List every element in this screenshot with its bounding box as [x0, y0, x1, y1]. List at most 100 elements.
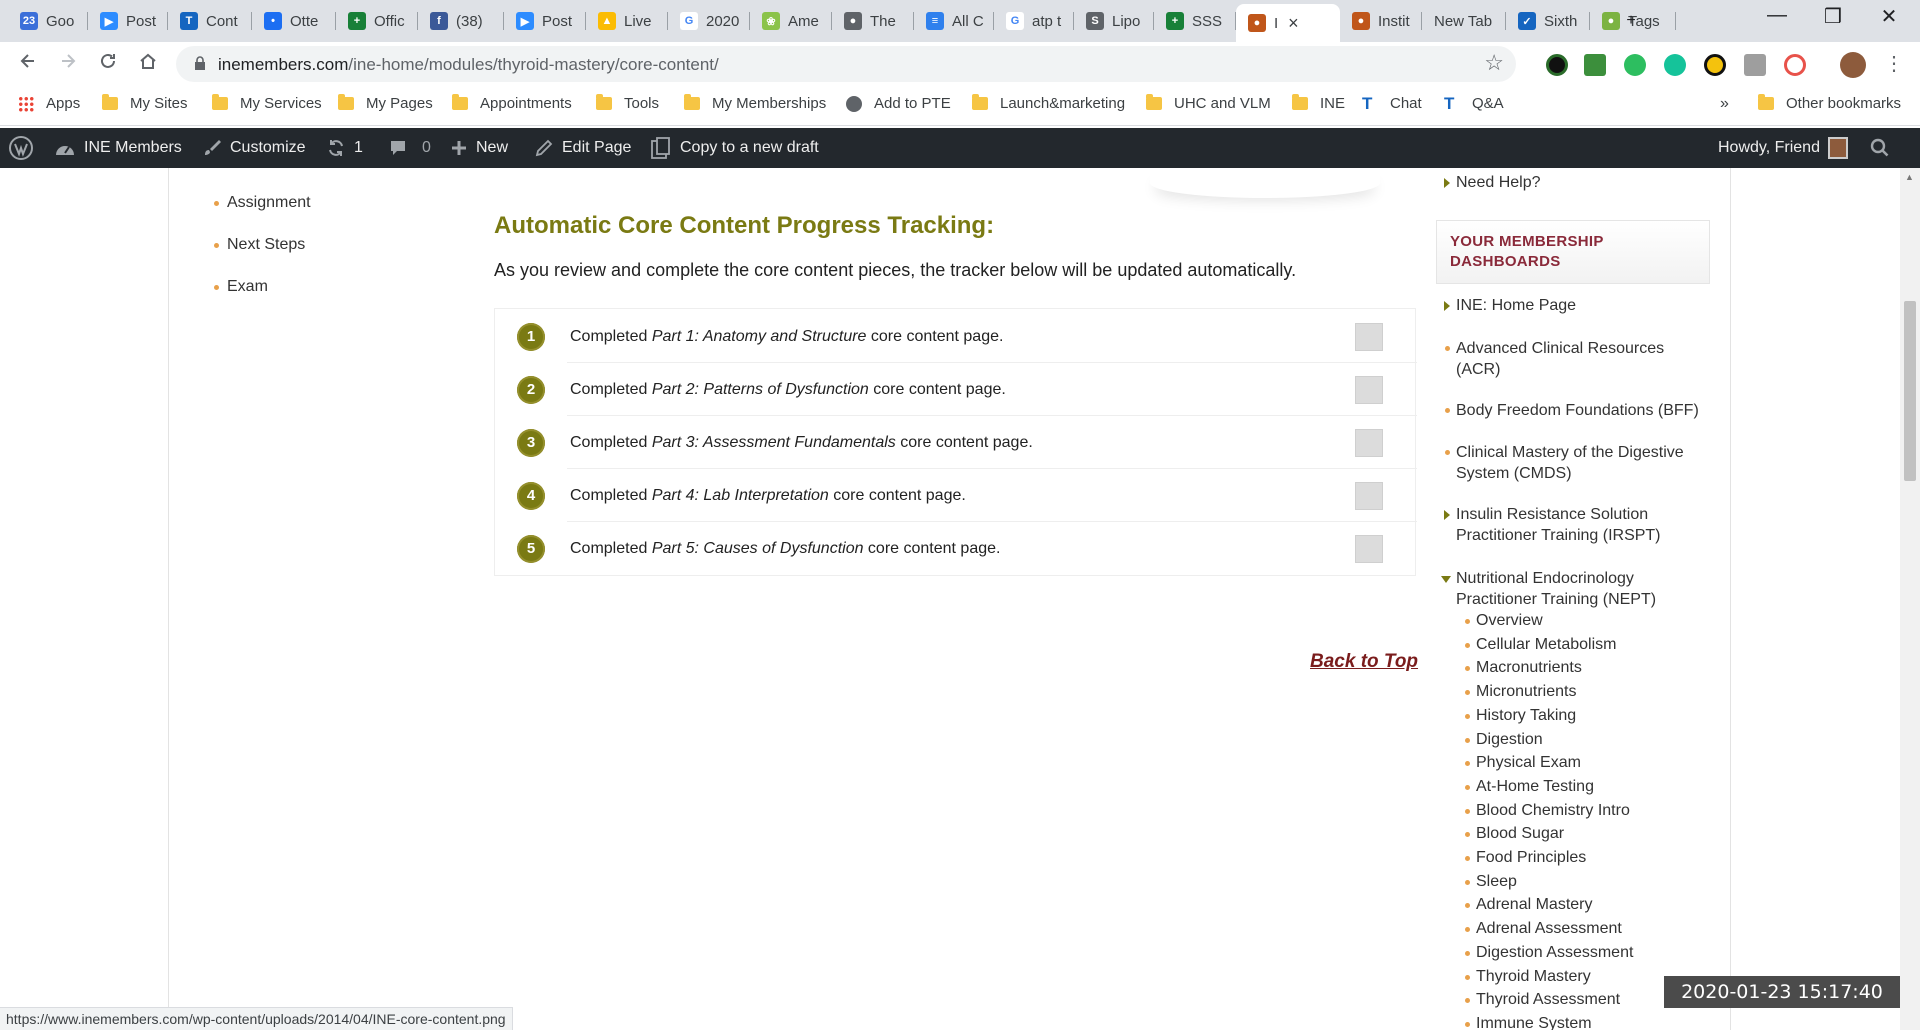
nept-submenu-item[interactable]: Micronutrients [1476, 683, 1576, 701]
nept-submenu-item[interactable]: Physical Exam [1476, 754, 1581, 772]
bookmarks-overflow-button[interactable]: » [1720, 95, 1729, 113]
bookmark-item[interactable]: My Sites [102, 94, 188, 112]
bookmark-item[interactable]: T Q&A [1444, 95, 1504, 113]
browser-tab[interactable]: + Offic [336, 6, 418, 36]
bookmark-item[interactable]: INE [1292, 94, 1345, 112]
extension-icon-5[interactable] [1704, 54, 1726, 76]
browser-tab[interactable]: • Otte [252, 6, 336, 36]
nept-submenu-item[interactable]: Sleep [1476, 873, 1517, 891]
forward-button[interactable] [54, 51, 82, 79]
browser-tab[interactable]: ≡ All C [914, 6, 994, 36]
bookmark-item[interactable]: My Memberships [684, 94, 826, 112]
edit-page-link[interactable]: Edit Page [534, 128, 631, 168]
bookmark-item[interactable]: Tools [596, 94, 659, 112]
browser-tab[interactable]: T Cont [168, 6, 252, 36]
nept-submenu-item[interactable]: Adrenal Mastery [1476, 896, 1593, 914]
page-scrollbar[interactable]: ▲ [1900, 168, 1920, 1030]
profile-avatar[interactable] [1840, 52, 1866, 78]
nept-submenu-item[interactable]: Food Principles [1476, 849, 1586, 867]
updates-link[interactable]: 1 [326, 128, 363, 168]
dashboard-link[interactable]: Body Freedom Foundations (BFF) [1456, 400, 1699, 421]
bookmark-item[interactable]: My Services [212, 94, 322, 112]
left-nav-exam[interactable]: Exam [214, 278, 268, 296]
left-nav-next-steps[interactable]: Next Steps [214, 236, 305, 254]
nept-submenu-item[interactable]: Overview [1476, 612, 1543, 630]
nept-submenu-item[interactable]: Thyroid Assessment [1476, 991, 1620, 1009]
browser-tab[interactable]: + SSS [1154, 6, 1236, 36]
completion-checkbox[interactable] [1355, 428, 1383, 457]
browser-tab[interactable]: ● The [832, 6, 914, 36]
extension-icon-2[interactable] [1584, 54, 1606, 76]
dashboard-link[interactable]: INE: Home Page [1456, 295, 1576, 316]
dashboard-link[interactable]: Nutritional Endocrinology Practitioner Tr… [1456, 568, 1656, 610]
browser-tab[interactable]: New Tab [1422, 6, 1506, 36]
bookmark-item[interactable]: T Chat [1362, 95, 1422, 113]
browser-tab[interactable]: S Lipo [1074, 6, 1154, 36]
browser-tab[interactable]: f (38) [418, 6, 504, 36]
evernote-icon[interactable] [1624, 54, 1646, 76]
browser-menu-icon[interactable]: ⋮ [1880, 51, 1908, 79]
comments-link[interactable]: 0 [388, 128, 431, 168]
completion-checkbox[interactable] [1355, 534, 1383, 563]
wordpress-logo-button[interactable] [8, 128, 42, 168]
browser-tab[interactable]: ▶ Post [88, 6, 168, 36]
completion-checkbox[interactable] [1355, 322, 1383, 351]
left-nav-assignment[interactable]: Assignment [214, 194, 311, 212]
customize-link[interactable]: Customize [202, 128, 306, 168]
browser-tab[interactable]: Gatp t [994, 6, 1074, 36]
copy-draft-link[interactable]: Copy to a new draft [648, 128, 819, 168]
nept-submenu-item[interactable]: At-Home Testing [1476, 778, 1594, 796]
address-bar[interactable]: inemembers.com/ine-home/modules/thyroid-… [176, 46, 1516, 82]
reload-button[interactable] [94, 51, 122, 79]
extension-icon-6[interactable] [1744, 54, 1766, 76]
bookmark-item[interactable]: My Pages [338, 94, 433, 112]
completion-checkbox[interactable] [1355, 375, 1383, 404]
maximize-button[interactable]: ❒ [1818, 4, 1848, 29]
nept-submenu-item[interactable]: Macronutrients [1476, 659, 1582, 677]
new-content-link[interactable]: New [450, 128, 508, 168]
nept-submenu-item[interactable]: Adrenal Assessment [1476, 920, 1622, 938]
browser-tab[interactable]: ▲ Live [586, 6, 668, 36]
dashboard-link[interactable]: Clinical Mastery of the Digestive System … [1456, 442, 1684, 484]
admin-search-button[interactable] [1870, 128, 1898, 168]
nept-submenu-item[interactable]: Thyroid Mastery [1476, 968, 1591, 986]
browser-tab[interactable]: ● I × [1236, 4, 1340, 42]
back-button[interactable] [14, 51, 42, 79]
bookmark-item[interactable]: UHC and VLM [1146, 94, 1271, 112]
bookmark-item[interactable]: Appointments [452, 94, 572, 112]
close-window-button[interactable]: ✕ [1874, 4, 1904, 29]
need-help-link[interactable]: Need Help? [1456, 172, 1541, 193]
bookmark-star-icon[interactable]: ☆ [1484, 50, 1504, 76]
scrollbar-thumb[interactable] [1904, 301, 1916, 481]
nept-submenu-item[interactable]: Immune System [1476, 1015, 1592, 1030]
nept-submenu-item[interactable]: History Taking [1476, 707, 1576, 725]
completion-checkbox[interactable] [1355, 481, 1383, 510]
scroll-up-arrow-icon[interactable]: ▲ [1905, 172, 1914, 182]
nept-submenu-item[interactable]: Digestion [1476, 731, 1543, 749]
nept-submenu-item[interactable]: Digestion Assessment [1476, 944, 1633, 962]
browser-tab[interactable]: 23 Goo [8, 6, 88, 36]
minimize-button[interactable]: — [1762, 4, 1792, 27]
bookmark-item[interactable]: Apps [18, 95, 80, 112]
new-tab-button[interactable]: + [1616, 12, 1646, 30]
dashboard-link[interactable]: Insulin Resistance Solution Practitioner … [1456, 504, 1661, 546]
home-button[interactable] [134, 51, 162, 79]
tab-close-icon[interactable]: × [1288, 13, 1299, 34]
browser-tab[interactable]: ❀ Ame [750, 6, 832, 36]
browser-tab[interactable]: G 2020 [668, 6, 750, 36]
extension-icon-1[interactable] [1546, 54, 1568, 76]
grammarly-icon[interactable] [1664, 54, 1686, 76]
back-to-top-link[interactable]: Back to Top [1310, 651, 1418, 673]
extension-icon-7[interactable] [1784, 54, 1806, 76]
site-name-link[interactable]: INE Members [54, 128, 182, 168]
howdy-user-menu[interactable]: Howdy, Friend [1718, 128, 1848, 168]
browser-tab[interactable]: ● Instit [1340, 6, 1422, 36]
browser-tab[interactable]: ✓ Sixth [1506, 6, 1590, 36]
dashboard-link[interactable]: Advanced Clinical Resources (ACR) [1456, 338, 1664, 380]
other-bookmarks-folder[interactable]: Other bookmarks [1758, 94, 1901, 112]
nept-submenu-item[interactable]: Blood Chemistry Intro [1476, 802, 1630, 820]
nept-submenu-item[interactable]: Blood Sugar [1476, 825, 1564, 843]
bookmark-item[interactable]: Add to PTE [846, 95, 951, 112]
nept-submenu-item[interactable]: Cellular Metabolism [1476, 636, 1617, 654]
browser-tab[interactable]: ▶ Post [504, 6, 586, 36]
